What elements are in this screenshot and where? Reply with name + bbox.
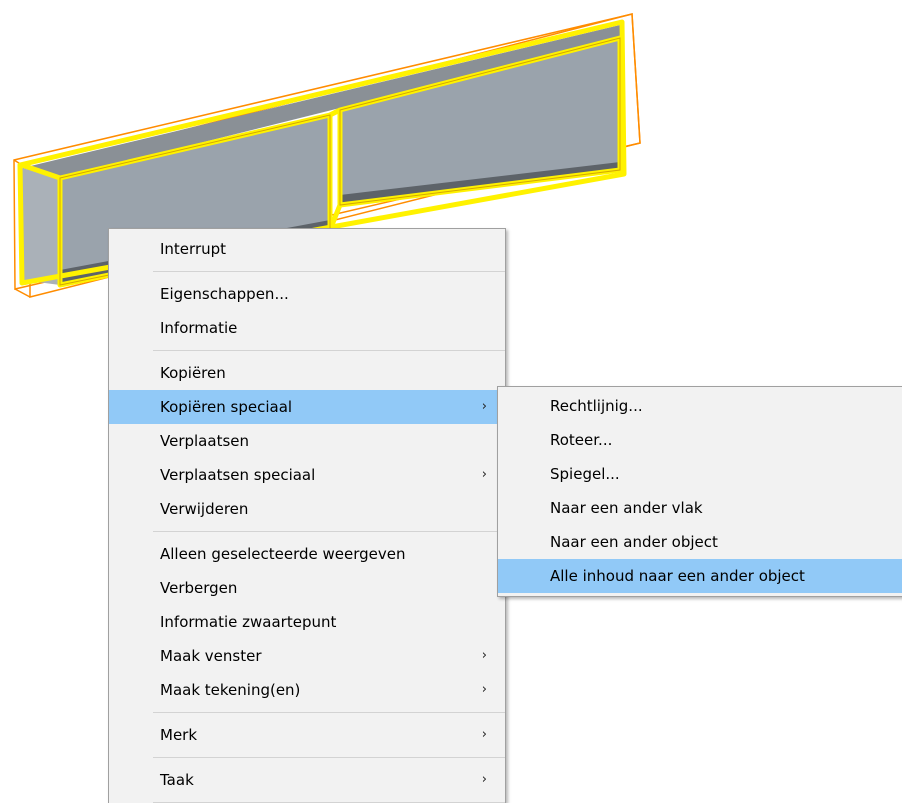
menu-item-maak-venster[interactable]: Maak venster › (109, 639, 505, 673)
menu-item-label: Interrupt (160, 240, 227, 258)
menu-separator (153, 712, 505, 713)
submenu-item-spiegel[interactable]: Spiegel... (498, 457, 902, 491)
menu-item-label: Spiegel... (550, 465, 620, 483)
menu-item-eigenschappen[interactable]: Eigenschappen... (109, 277, 505, 311)
menu-item-verplaatsen-speciaal[interactable]: Verplaatsen speciaal › (109, 458, 505, 492)
menu-item-label: Verplaatsen speciaal (160, 466, 316, 484)
menu-separator (153, 271, 505, 272)
submenu-kopieren-speciaal: Rechtlijnig... Roteer... Spiegel... Naar… (497, 386, 902, 597)
menu-item-informatie-zwaartepunt[interactable]: Informatie zwaartepunt (109, 605, 505, 639)
submenu-item-alle-inhoud-naar-ander-object[interactable]: Alle inhoud naar een ander object (498, 559, 902, 593)
submenu-arrow-icon: › (481, 467, 487, 482)
menu-item-label: Maak venster (160, 647, 262, 665)
menu-separator (153, 350, 505, 351)
menu-item-label: Informatie zwaartepunt (160, 613, 337, 631)
menu-item-label: Eigenschappen... (160, 285, 289, 303)
menu-item-label: Verplaatsen (160, 432, 249, 450)
menu-item-label: Roteer... (550, 431, 613, 449)
menu-item-informatie[interactable]: Informatie (109, 311, 505, 345)
menu-item-verwijderen[interactable]: Verwijderen (109, 492, 505, 526)
menu-item-label: Kopiëren speciaal (160, 398, 293, 416)
submenu-arrow-icon: › (481, 648, 487, 663)
menu-item-verplaatsen[interactable]: Verplaatsen (109, 424, 505, 458)
submenu-item-rechtlijnig[interactable]: Rechtlijnig... (498, 389, 902, 423)
menu-item-label: Kopiëren (160, 364, 226, 382)
menu-item-label: Informatie (160, 319, 238, 337)
submenu-arrow-icon: › (481, 682, 487, 697)
menu-item-alleen-geselecteerde-weergeven[interactable]: Alleen geselecteerde weergeven (109, 537, 505, 571)
menu-item-taak[interactable]: Taak › (109, 763, 505, 797)
menu-item-label: Naar een ander vlak (550, 499, 703, 517)
menu-item-label: Taak (160, 771, 194, 789)
submenu-arrow-icon: › (481, 399, 487, 414)
menu-item-label: Alle inhoud naar een ander object (550, 567, 805, 585)
menu-separator (153, 757, 505, 758)
menu-item-label: Merk (160, 726, 198, 744)
menu-item-label: Verwijderen (160, 500, 249, 518)
submenu-arrow-icon: › (481, 772, 487, 787)
menu-item-kopieren[interactable]: Kopiëren (109, 356, 505, 390)
menu-item-label: Alleen geselecteerde weergeven (160, 545, 406, 563)
menu-item-verbergen[interactable]: Verbergen (109, 571, 505, 605)
menu-item-interrupt[interactable]: Interrupt (109, 232, 505, 266)
menu-item-label: Naar een ander object (550, 533, 718, 551)
context-menu: Interrupt Eigenschappen... Informatie Ko… (108, 228, 506, 803)
menu-item-label: Rechtlijnig... (550, 397, 643, 415)
submenu-item-naar-ander-object[interactable]: Naar een ander object (498, 525, 902, 559)
menu-item-label: Maak tekening(en) (160, 681, 301, 699)
menu-item-kopieren-speciaal[interactable]: Kopiëren speciaal › (109, 390, 505, 424)
submenu-item-roteer[interactable]: Roteer... (498, 423, 902, 457)
submenu-arrow-icon: › (481, 727, 487, 742)
menu-separator (153, 531, 505, 532)
menu-item-merk[interactable]: Merk › (109, 718, 505, 752)
submenu-item-naar-ander-vlak[interactable]: Naar een ander vlak (498, 491, 902, 525)
menu-item-maak-tekeningen[interactable]: Maak tekening(en) › (109, 673, 505, 707)
menu-item-label: Verbergen (160, 579, 238, 597)
